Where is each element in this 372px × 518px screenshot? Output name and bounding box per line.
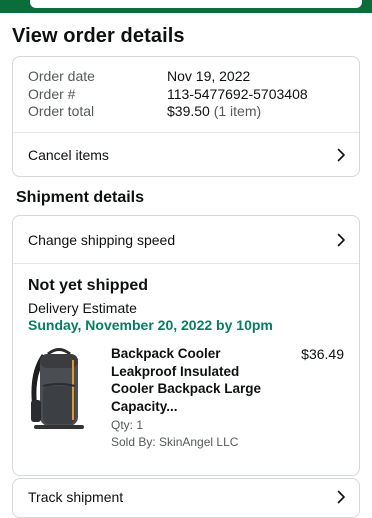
- cancel-items-label: Cancel items: [28, 147, 109, 163]
- delivery-estimate-label: Delivery Estimate: [28, 300, 137, 316]
- page-title: View order details: [12, 25, 185, 47]
- order-summary-card: Order date Nov 19, 2022 Order # 113-5477…: [12, 56, 360, 177]
- search-bar[interactable]: [30, 0, 362, 8]
- change-shipping-speed-button[interactable]: Change shipping speed: [13, 216, 359, 263]
- shipment-details-heading: Shipment details: [16, 189, 145, 206]
- track-shipment-label: Track shipment: [28, 489, 124, 505]
- order-date-value: Nov 19, 2022: [167, 68, 251, 84]
- chevron-right-icon: [335, 490, 347, 504]
- chevron-right-icon: [335, 233, 347, 247]
- product-quantity: Qty: 1: [111, 418, 144, 432]
- product-title-link[interactable]: Backpack Cooler Leakproof Insulated Cool…: [111, 345, 271, 415]
- order-number-label: Order #: [28, 85, 76, 102]
- order-total-label: Order total: [28, 103, 95, 119]
- order-total-row: Order total $39.50 (1 item): [28, 103, 348, 121]
- shipment-status: Not yet shipped: [28, 277, 149, 294]
- order-total-amount: $39.50: [167, 103, 210, 119]
- chevron-right-icon: [335, 148, 347, 162]
- shipment-card: Change shipping speed Not yet shipped De…: [12, 215, 360, 476]
- divider: [13, 263, 359, 264]
- cancel-items-button[interactable]: Cancel items: [13, 133, 359, 177]
- order-info-grid: Order date Nov 19, 2022 Order # 113-5477…: [28, 68, 348, 121]
- order-item-count: (1 item): [213, 103, 262, 119]
- order-total-value: $39.50 (1 item): [167, 103, 261, 121]
- backpack-cooler-image[interactable]: [26, 344, 92, 432]
- order-number-value: 113-5477692-5703408: [167, 85, 308, 102]
- order-number-row: Order # 113-5477692-5703408: [28, 86, 348, 104]
- order-date-row: Order date Nov 19, 2022: [28, 68, 348, 86]
- track-shipment-button[interactable]: Track shipment: [13, 479, 359, 515]
- change-shipping-speed-label: Change shipping speed: [28, 231, 176, 248]
- product-seller: Sold By: SkinAngel LLC: [111, 435, 239, 449]
- product-price: $36.49: [301, 346, 344, 362]
- delivery-estimate-date: Sunday, November 20, 2022 by 10pm: [28, 317, 273, 333]
- order-date-label: Order date: [28, 68, 95, 84]
- track-shipment-card: Track shipment: [12, 478, 360, 518]
